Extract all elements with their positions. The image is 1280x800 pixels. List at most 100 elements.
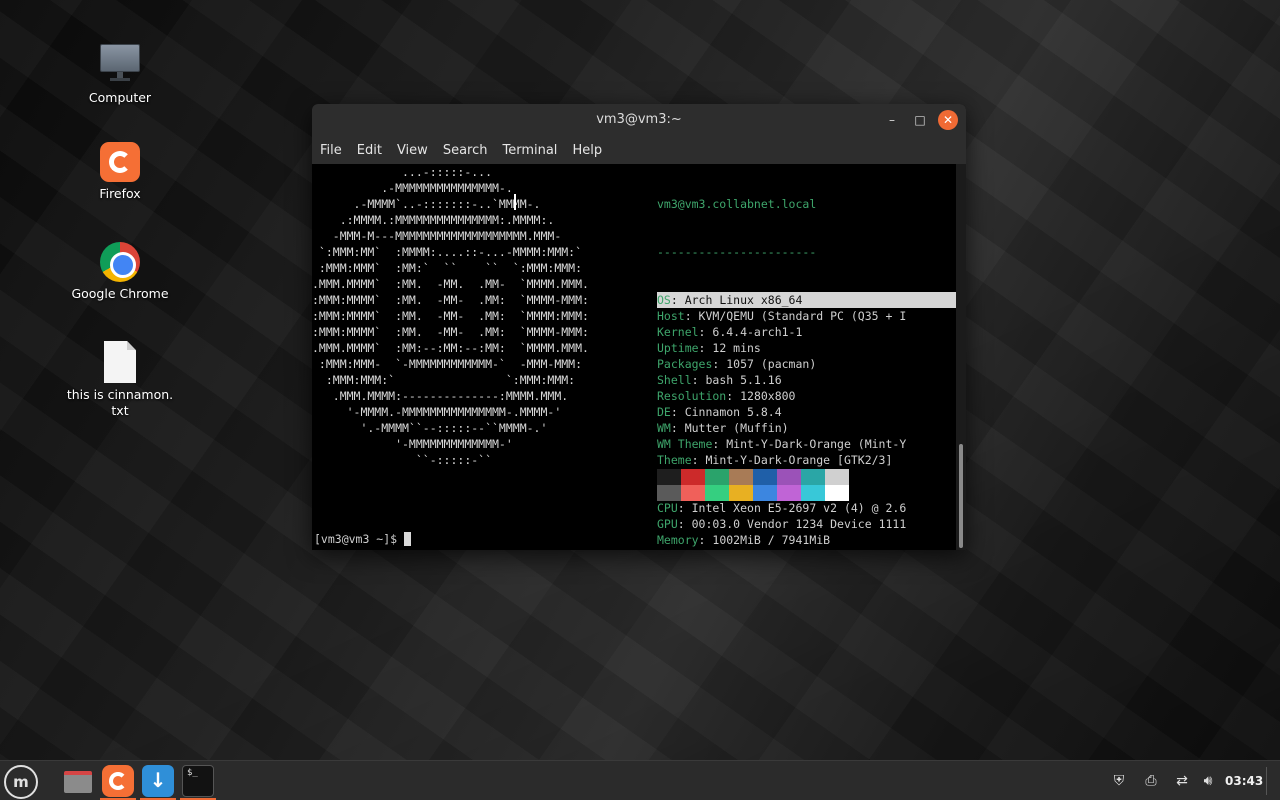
info-line: Packages: 1057 (pacman): [657, 356, 956, 372]
color-swatch: [681, 469, 705, 485]
window-title: vm3@vm3:~: [596, 112, 682, 127]
info-line: Shell: bash 5.1.16: [657, 372, 956, 388]
logo-line: :MMM:MMMM` :MM. -MM- .MM: `MMMM:MMM:: [312, 309, 589, 323]
info-value: : Mint-Y-Dark-Orange (Mint-Y: [712, 437, 907, 451]
info-key: Shell: [657, 373, 692, 387]
info-key: Packages: [657, 357, 713, 371]
logo-line: `:MMM:MM` :MMMM:....::-...-MMMM:MMM:`: [312, 245, 583, 259]
info-value: : 12 mins: [698, 341, 761, 355]
text-cursor: [404, 532, 412, 546]
scrollbar-thumb[interactable]: [959, 444, 963, 548]
mint-menu-icon[interactable]: m: [4, 765, 38, 799]
mouse-text-cursor: [514, 194, 518, 210]
info-key: DE: [657, 405, 671, 419]
desktop-icon-text-file[interactable]: this is cinnamon. txt: [65, 340, 175, 419]
info-key: WM Theme: [657, 437, 713, 451]
menu-bar: File Edit View Search Terminal Help: [312, 136, 966, 164]
color-swatch: [729, 485, 753, 501]
minimize-button[interactable]: –: [882, 110, 902, 130]
info-value: : Cinnamon 5.8.4: [670, 405, 782, 419]
color-swatch: [705, 485, 729, 501]
logo-line: :MMM:MMM:` `:MMM:MMM:: [312, 373, 576, 387]
terminal-icon[interactable]: $_: [182, 765, 214, 797]
info-key: Memory: [657, 533, 699, 547]
info-value: : Arch Linux x86_64: [670, 293, 803, 307]
color-swatch: [777, 469, 801, 485]
color-swatch: [753, 469, 777, 485]
desktop-icon-chrome[interactable]: Google Chrome: [65, 240, 175, 302]
desktop-icon-label: Firefox: [99, 186, 141, 201]
color-swatch: [825, 469, 849, 485]
color-swatch: [657, 485, 681, 501]
color-swatch: [777, 485, 801, 501]
info-value: : 1002MiB / 7941MiB: [698, 533, 831, 547]
window-titlebar[interactable]: vm3@vm3:~ – □ ✕: [312, 104, 966, 136]
show-desktop-button[interactable]: [1266, 767, 1267, 795]
color-swatch: [705, 469, 729, 485]
desktop-icon-firefox[interactable]: Firefox: [65, 140, 175, 202]
info-key: OS: [657, 293, 671, 307]
info-value: : Mutter (Muffin): [670, 421, 789, 435]
close-button[interactable]: ✕: [938, 110, 958, 130]
info-line: CPU: Intel Xeon E5-2697 v2 (4) @ 2.6: [657, 500, 956, 516]
color-swatch: [825, 485, 849, 501]
logo-line: .MMM.MMMM` :MM:--:MM:--:MM: `MMMM.MMM.: [312, 341, 589, 355]
info-line: Kernel: 6.4.4-arch1-1: [657, 324, 956, 340]
info-value: : Mint-Y-Dark-Orange [GTK2/3]: [691, 453, 893, 467]
color-palette: [657, 469, 849, 501]
maximize-button[interactable]: □: [910, 110, 930, 130]
shield-icon[interactable]: ⛨: [1108, 761, 1130, 800]
info-key: Host: [657, 309, 685, 323]
terminal-scrollbar[interactable]: [956, 164, 966, 550]
color-swatch: [657, 469, 681, 485]
color-swatch: [753, 485, 777, 501]
color-swatch: [681, 485, 705, 501]
info-key: GPU: [657, 517, 678, 531]
terminal-window[interactable]: vm3@vm3:~ – □ ✕ File Edit View Search Te…: [312, 104, 966, 550]
desktop-icon-label: Google Chrome: [71, 286, 169, 301]
info-line: WM: Mutter (Muffin): [657, 420, 956, 436]
prompt-text: [vm3@vm3 ~]$: [314, 532, 405, 546]
logo-line: :MMM:MMMM` :MM. -MM- .MM: `MMMM-MMM:: [312, 325, 589, 339]
info-line: Theme: Mint-Y-Dark-Orange [GTK2/3]: [657, 452, 956, 468]
info-value: : 00:03.0 Vendor 1234 Device 1111: [677, 517, 907, 531]
volume-icon[interactable]: 🔊︎: [1197, 761, 1219, 800]
text-file-icon: [104, 341, 136, 383]
logo-line: :MMM:MMM- `-MMMMMMMMMMMM-` -MMM-MMM:: [312, 357, 583, 371]
shell-prompt[interactable]: [vm3@vm3 ~]$: [314, 531, 412, 547]
menu-view[interactable]: View: [391, 143, 434, 158]
logo-line: .MMM.MMMM` :MM. -MM. .MM- `MMMM.MMM.: [312, 277, 589, 291]
printer-icon[interactable]: ⎙: [1140, 761, 1162, 800]
chrome-icon: [100, 242, 140, 282]
info-value: : Intel Xeon E5-2697 v2 (4) @ 2.6: [677, 501, 907, 515]
info-key: Theme: [657, 453, 692, 467]
terminal-output[interactable]: ...-:::::-... .-MMMMMMMMMMMMMMM-. .-MMMM…: [312, 164, 956, 550]
menu-search[interactable]: Search: [437, 143, 494, 158]
logo-line: .-MMMMMMMMMMMMMMM-.: [312, 181, 513, 195]
info-key: CPU: [657, 501, 678, 515]
network-icon[interactable]: ⇄: [1171, 761, 1193, 800]
desktop-icon-computer[interactable]: Computer: [65, 42, 175, 106]
info-key: Uptime: [657, 341, 699, 355]
info-line: Resolution: 1280x800: [657, 388, 956, 404]
firefox-icon[interactable]: [102, 765, 134, 797]
menu-help[interactable]: Help: [566, 143, 608, 158]
desktop-icon-label: this is cinnamon. txt: [66, 387, 174, 418]
files-icon[interactable]: [62, 765, 94, 797]
download-icon[interactable]: ↓: [142, 765, 174, 797]
logo-line: .MMM.MMMM:--------------:MMMM.MMM.: [312, 389, 569, 403]
menu-edit[interactable]: Edit: [351, 143, 388, 158]
menu-file[interactable]: File: [314, 143, 348, 158]
info-value: : KVM/QEMU (Standard PC (Q35 + I: [684, 309, 907, 323]
taskbar: m ↓ $_ ⛨ ⎙ ⇄ 🔊︎ 03:43: [0, 760, 1280, 800]
logo-line: ...-:::::-...: [312, 165, 493, 179]
clock[interactable]: 03:43: [1225, 761, 1263, 800]
desktop-icon-label: Computer: [88, 90, 152, 105]
info-value: : 1057 (pacman): [712, 357, 817, 371]
menu-terminal[interactable]: Terminal: [496, 143, 563, 158]
logo-line: :MMM:MMM` :MM:` `` `` `:MMM:MMM:: [312, 261, 583, 275]
info-line: Host: KVM/QEMU (Standard PC (Q35 + I: [657, 308, 956, 324]
computer-icon: [98, 42, 142, 86]
info-line: Memory: 1002MiB / 7941MiB: [657, 532, 956, 548]
info-line: DE: Cinnamon 5.8.4: [657, 404, 956, 420]
